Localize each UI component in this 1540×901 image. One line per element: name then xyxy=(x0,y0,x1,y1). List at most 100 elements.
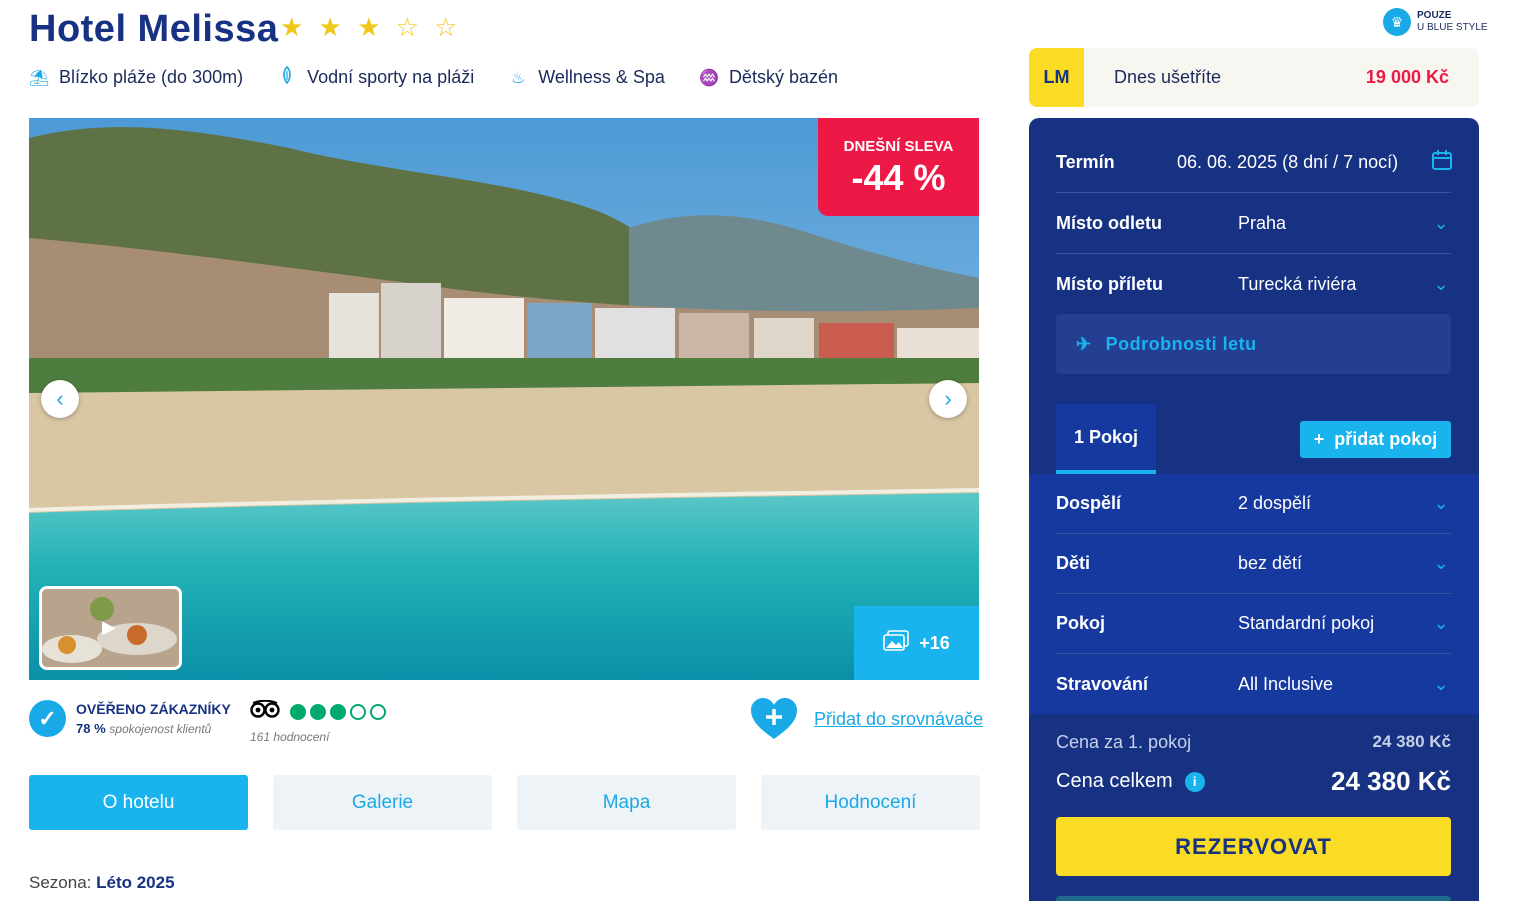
panel-bottom-strip xyxy=(1056,896,1451,901)
feature-kids-pool: ♒ Dětský bazén xyxy=(699,66,838,89)
tab-map[interactable]: Mapa xyxy=(517,775,736,830)
room-value: Standardní pokoj xyxy=(1238,613,1375,633)
tab-reviews[interactable]: Hodnocení xyxy=(761,775,980,830)
adults-value: 2 dospělí xyxy=(1238,493,1312,513)
room-tab-1[interactable]: 1 Pokoj xyxy=(1056,404,1156,474)
chevron-down-icon: ⌄ xyxy=(1433,493,1449,513)
discount-badge: DNEŠNÍ SLEVA -44 % xyxy=(818,118,979,216)
add-to-compare[interactable]: Přidat do srovnávače xyxy=(750,697,983,741)
hotel-tabs: O hotelu Galerie Mapa Hodnocení xyxy=(29,775,980,830)
term-value: 06. 06. 2025 (8 dní / 7 nocí) xyxy=(1177,152,1399,172)
adults-select[interactable]: Dospělí 2 dospělí ⌄ xyxy=(1056,474,1451,534)
rating-bubble-empty xyxy=(370,704,386,720)
chevron-down-icon: ⌄ xyxy=(1433,553,1449,573)
star-rating: ★ ★ ★ ☆ ☆ xyxy=(280,12,461,43)
umbrella-icon: ⛱ xyxy=(29,69,50,87)
heart-plus-icon xyxy=(750,697,798,741)
price-total: Cena celkem i 24 380 Kč xyxy=(1056,766,1451,797)
star-filled-icons: ★ ★ ★ xyxy=(280,12,385,42)
price-total-label: Cena celkem xyxy=(1056,770,1173,792)
crown-icon: ♛ xyxy=(1383,8,1411,36)
spa-icon: ♨ xyxy=(511,69,526,87)
children-select[interactable]: Děti bez dětí ⌄ xyxy=(1056,534,1451,594)
review-count: 161 hodnocení xyxy=(250,730,330,744)
reserve-button[interactable]: REZERVOVAT xyxy=(1056,817,1451,876)
children-value: bez dětí xyxy=(1238,553,1303,573)
satisfaction-label: spokojenost klientů xyxy=(109,722,212,736)
discount-value: -44 % xyxy=(851,157,946,198)
board-label: Stravování xyxy=(1056,673,1149,694)
video-thumbnail[interactable]: ▶ xyxy=(39,586,182,670)
departure-label: Místo odletu xyxy=(1056,213,1162,233)
flight-details-label: Podrobnosti letu xyxy=(1105,333,1257,354)
calendar-icon xyxy=(1431,149,1452,176)
board-select[interactable]: Stravování All Inclusive ⌄ xyxy=(1056,654,1451,714)
departure-value: Praha xyxy=(1238,213,1287,233)
chevron-right-icon: › xyxy=(944,386,952,411)
satisfaction-percent: 78 % xyxy=(76,721,106,736)
more-photos-button[interactable]: +16 xyxy=(854,606,979,680)
gallery-prev-button[interactable]: ‹ xyxy=(41,380,79,418)
lm-badge: LM xyxy=(1029,48,1084,107)
room-select[interactable]: Pokoj Standardní pokoj ⌄ xyxy=(1056,594,1451,654)
departure-select[interactable]: Místo odletu Praha ⌄ xyxy=(1056,194,1451,254)
chevron-down-icon: ⌄ xyxy=(1433,273,1449,294)
rating-bubble-empty xyxy=(350,704,366,720)
add-room-button[interactable]: + přidat pokoj xyxy=(1300,421,1451,458)
tab-about-hotel[interactable]: O hotelu xyxy=(29,775,248,830)
lastminute-savings: LM Dnes ušetříte 19 000 Kč xyxy=(1029,48,1479,107)
term-selector[interactable]: Termín 06. 06. 2025 (8 dní / 7 nocí) xyxy=(1056,133,1452,193)
flight-details-button[interactable]: ✈ Podrobnosti letu xyxy=(1056,314,1451,374)
feature-label: Dětský bazén xyxy=(728,67,838,87)
star-empty-icons: ☆ ☆ xyxy=(395,12,462,42)
plus-icon: + xyxy=(1313,429,1325,449)
exclusive-line1: POUZE xyxy=(1417,10,1452,21)
hotel-name: Hotel Melissa xyxy=(29,8,279,50)
room-config: Dospělí 2 dospělí ⌄ Děti bez dětí ⌄ Poko… xyxy=(1029,474,1479,714)
season-value: Léto 2025 xyxy=(96,873,175,892)
exclusive-line2: U BLUE STYLE xyxy=(1417,22,1488,33)
season-label: Sezona: xyxy=(29,873,92,892)
feature-beach: ⛱ Blízko pláže (do 300m) xyxy=(29,66,243,89)
rating-bubble-filled xyxy=(330,704,346,720)
room-label: Pokoj xyxy=(1056,613,1106,633)
feature-water-sports: Vodní sporty na pláži xyxy=(277,65,474,89)
plane-icon: ✈ xyxy=(1076,333,1092,354)
verified-title: OVĚŘENO ZÁKAZNÍKY xyxy=(76,701,231,717)
savings-label: Dnes ušetříte xyxy=(1114,67,1222,87)
tab-gallery[interactable]: Galerie xyxy=(273,775,492,830)
discount-label: DNEŠNÍ SLEVA xyxy=(843,138,954,155)
price-total-value: 24 380 Kč xyxy=(1331,766,1451,796)
rating-bubble-filled xyxy=(310,704,326,720)
rating-bubble-filled xyxy=(290,704,306,720)
gallery-next-button[interactable]: › xyxy=(929,380,967,418)
kids-pool-icon: ♒ xyxy=(698,69,719,87)
season: Sezona: Léto 2025 xyxy=(29,873,175,893)
feature-label: Blízko pláže (do 300m) xyxy=(59,67,244,87)
verified-by-customers: ✓ OVĚŘENO ZÁKAZNÍKY 78 % spokojenost kli… xyxy=(29,700,231,737)
price-per-room: Cena za 1. pokoj 24 380 Kč xyxy=(1056,732,1451,753)
add-to-compare-link[interactable]: Přidat do srovnávače xyxy=(814,709,983,730)
chevron-down-icon: ⌄ xyxy=(1433,213,1449,233)
add-room-label: přidat pokoj xyxy=(1334,429,1438,449)
savings-amount: 19 000 Kč xyxy=(1365,67,1449,87)
tripadvisor-rating[interactable]: 161 hodnocení xyxy=(250,699,386,744)
adults-label: Dospělí xyxy=(1056,493,1122,513)
feature-wellness: ♨ Wellness & Spa xyxy=(508,66,665,89)
photos-icon xyxy=(883,629,910,657)
hotel-features: ⛱ Blízko pláže (do 300m) Vodní sporty na… xyxy=(29,65,838,89)
board-value: All Inclusive xyxy=(1238,673,1334,694)
info-icon[interactable]: i xyxy=(1184,771,1205,792)
price-room-value: 24 380 Kč xyxy=(1372,732,1451,751)
arrival-value: Turecká riviéra xyxy=(1238,273,1357,294)
photo-gallery[interactable]: DNEŠNÍ SLEVA -44 % ‹ › ▶ +16 xyxy=(29,118,979,680)
surfboard-icon xyxy=(277,65,297,89)
booking-panel: Termín 06. 06. 2025 (8 dní / 7 nocí) Mís… xyxy=(1029,118,1479,901)
arrival-select[interactable]: Místo příletu Turecká riviéra ⌄ xyxy=(1056,254,1451,314)
check-icon: ✓ xyxy=(29,700,66,737)
chevron-down-icon: ⌄ xyxy=(1433,613,1449,633)
more-photos-count: +16 xyxy=(919,632,950,653)
chevron-left-icon: ‹ xyxy=(56,386,64,411)
term-label: Termín xyxy=(1056,152,1115,172)
price-room-label: Cena za 1. pokoj xyxy=(1056,732,1192,752)
